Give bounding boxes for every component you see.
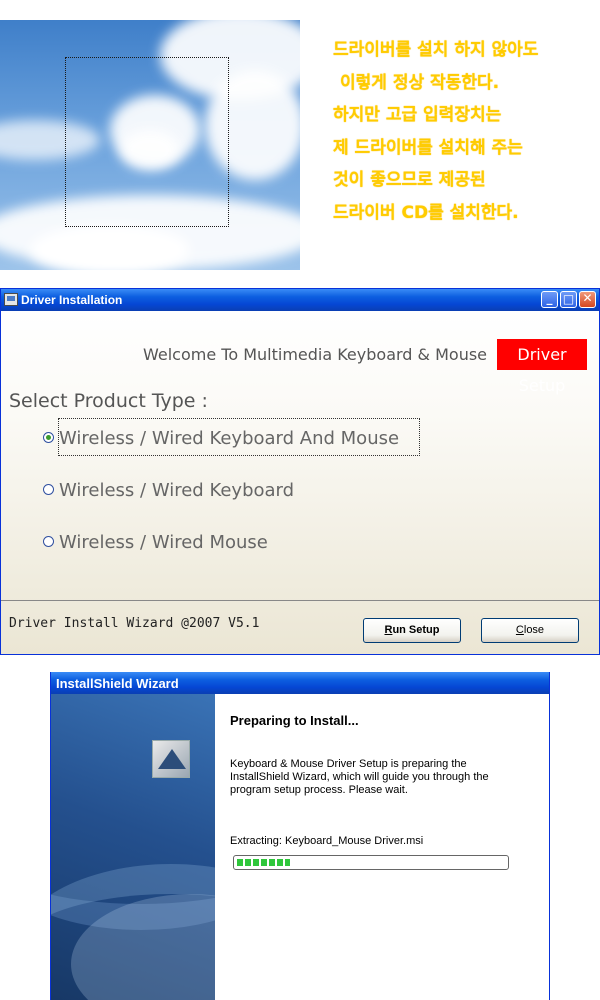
extracting-status: Extracting: Keyboard_Mouse Driver.msi: [230, 835, 424, 847]
select-product-heading: Select Product Type :: [9, 390, 208, 412]
title-bar[interactable]: Driver Installation _ □ ✕: [1, 289, 599, 311]
close-icon: ✕: [582, 291, 593, 305]
wizard-side-banner: [51, 694, 215, 1000]
driver-setup-badge: Driver Setup: [497, 339, 587, 395]
wizard-heading: Preparing to Install...: [230, 713, 359, 728]
installshield-logo-icon: [152, 740, 190, 778]
sky-photo: [0, 20, 300, 270]
window-title: InstallShield Wizard: [56, 676, 179, 691]
close-label: lose: [523, 624, 545, 636]
close-accel: C: [515, 624, 524, 636]
radio-button[interactable]: [43, 536, 54, 547]
close-window-button[interactable]: ✕: [579, 291, 596, 308]
title-bar[interactable]: InstallShield Wizard: [51, 672, 549, 694]
caption-line: 것이 좋으므로 제공된: [333, 170, 486, 191]
caption-line: 드라이버 CD를 설치한다.: [333, 202, 519, 223]
wizard-content: Preparing to Install... Keyboard & Mouse…: [215, 694, 549, 1000]
run-setup-button[interactable]: Run Setup: [363, 618, 461, 643]
minimize-button[interactable]: _: [541, 291, 558, 308]
progress-fill: [237, 859, 290, 866]
radio-button-selected[interactable]: [43, 432, 54, 443]
radio-button[interactable]: [43, 484, 54, 495]
wizard-description: Keyboard & Mouse Driver Setup is prepari…: [230, 758, 489, 796]
installshield-window: InstallShield Wizard Preparing to Instal…: [50, 672, 550, 1000]
welcome-text: Welcome To Multimedia Keyboard & Mouse: [143, 345, 488, 364]
run-label: un Setup: [392, 624, 440, 636]
cloud-shape: [30, 225, 190, 270]
caption-line: 하지만 고급 입력장치는: [333, 105, 502, 126]
footer-divider: [1, 600, 599, 601]
caption-line: 제 드라이버를 설치해 주는: [333, 137, 523, 158]
driver-installation-window: Driver Installation _ □ ✕ Welcome To Mul…: [0, 288, 600, 655]
maximize-icon: □: [562, 292, 575, 306]
progress-bar: [233, 855, 509, 870]
window-title: Driver Installation: [21, 293, 123, 307]
selection-rectangle: [65, 57, 229, 227]
caption-line: 드라이버를 설치 하지 않아도: [333, 40, 539, 60]
option-label: Wireless / Wired Keyboard: [59, 480, 295, 501]
close-button[interactable]: Close: [481, 618, 579, 643]
caption-line: 이렇게 정상 작동한다.: [340, 72, 500, 93]
minimize-icon: _: [546, 291, 553, 305]
korean-caption: 드라이버를 설치 하지 않아도 이렇게 정상 작동한다. 하지만 고급 입력장치…: [333, 34, 598, 230]
version-label: Driver Install Wizard @2007 V5.1: [9, 616, 260, 631]
option-label: Wireless / Wired Mouse: [59, 532, 268, 553]
app-icon: [4, 293, 18, 306]
window-body: Welcome To Multimedia Keyboard & Mouse D…: [1, 311, 599, 654]
focus-rectangle: [58, 418, 420, 456]
maximize-button[interactable]: □: [560, 291, 577, 308]
